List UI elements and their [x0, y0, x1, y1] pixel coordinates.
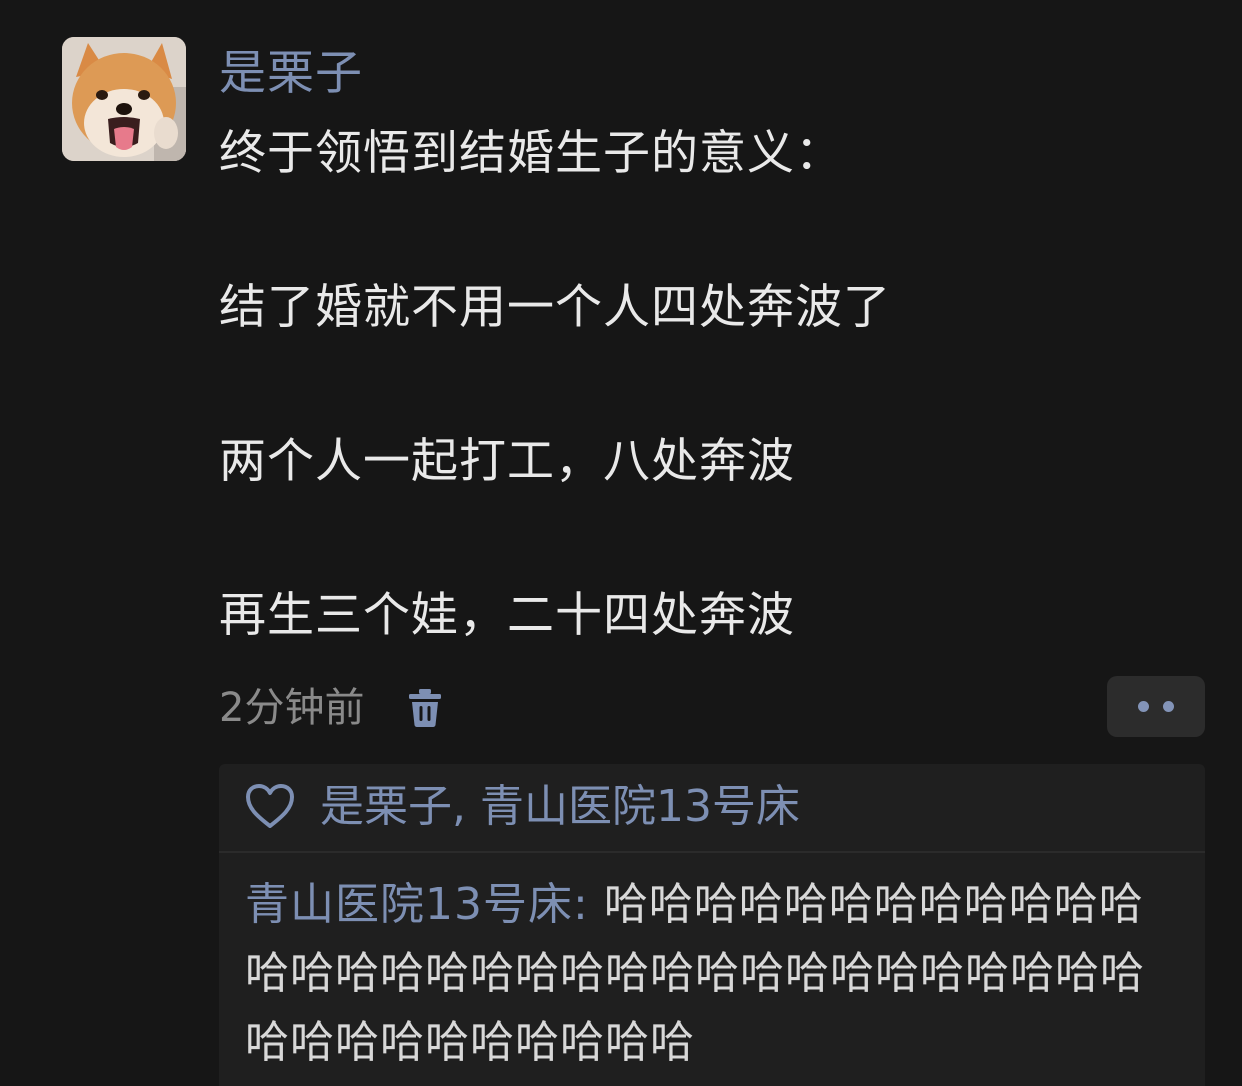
more-dots-icon: [1163, 701, 1174, 712]
comment-separator: :: [573, 879, 604, 930]
comment[interactable]: 青山医院13号床: 哈哈哈哈哈哈哈哈哈哈哈哈 哈哈哈哈哈哈哈哈哈哈哈哈哈哈哈哈哈…: [245, 870, 1195, 1077]
comment-line: 哈哈哈哈哈哈哈哈哈哈哈哈哈哈哈哈哈哈哈哈: [245, 948, 1145, 999]
trash-icon: [409, 689, 442, 727]
interaction-panel: 是栗子, 青山医院13号床 青山医院13号床: 哈哈哈哈哈哈哈哈哈哈哈哈 哈哈哈…: [219, 764, 1205, 1086]
post-content-line: 结了婚就不用一个人四处奔波了: [219, 280, 891, 335]
post-meta: 2分钟前: [219, 680, 444, 736]
post-content-line: 再生三个娃，二十四处奔波: [219, 588, 795, 643]
timestamp: 2分钟前: [219, 685, 365, 731]
comment-line: 青山医院13号床: 哈哈哈哈哈哈哈哈哈哈哈哈: [245, 870, 1195, 939]
avatar[interactable]: [62, 37, 186, 161]
post-content-line: 终于领悟到结婚生子的意义：: [219, 126, 843, 181]
more-dots-icon: [1138, 701, 1149, 712]
likes-list[interactable]: 是栗子, 青山医院13号床: [320, 777, 800, 837]
likes-row: 是栗子, 青山医院13号床: [219, 764, 1205, 853]
shiba-dog-avatar-icon: [62, 37, 186, 161]
comment-author[interactable]: 青山医院13号床: [245, 879, 573, 930]
more-button[interactable]: [1107, 676, 1205, 737]
comment-line: 哈哈哈哈哈哈哈哈哈哈: [245, 1017, 695, 1068]
post-author-name[interactable]: 是栗子: [219, 44, 363, 104]
post-content-line: 两个人一起打工，八处奔波: [219, 434, 795, 489]
heart-icon[interactable]: [245, 783, 295, 829]
comment-text: 哈哈哈哈哈哈哈哈哈哈哈哈: [603, 879, 1144, 930]
post-card: 是栗子 终于领悟到结婚生子的意义： 结了婚就不用一个人四处奔波了 两个人一起打工…: [0, 0, 1242, 1086]
delete-button[interactable]: [406, 686, 444, 730]
